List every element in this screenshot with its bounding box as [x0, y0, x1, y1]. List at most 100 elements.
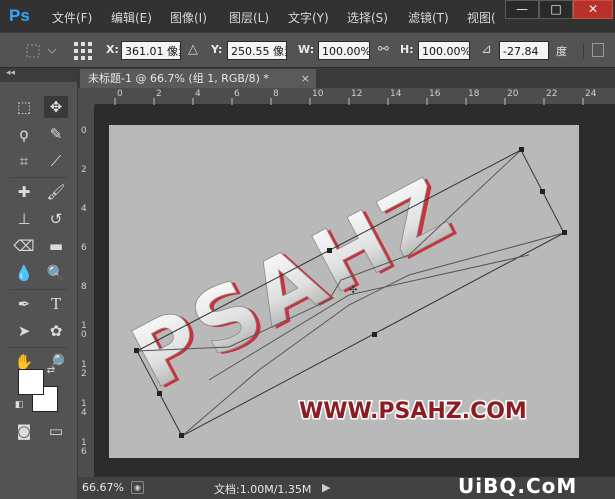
pen-tool-icon[interactable]: ✒ [12, 293, 36, 315]
ruler-left-label: 2 [81, 165, 87, 175]
menu-filter[interactable]: 滤镜(T) [408, 9, 449, 26]
logo-text: PSAHZ [117, 159, 470, 409]
document-canvas[interactable]: PSAHZ PSAHZ ✣ WWW.PSAHZ.COM [109, 125, 579, 458]
w-label: W: [298, 43, 315, 56]
tools-divider [10, 177, 68, 178]
document-info-icon[interactable]: ◉ [131, 481, 144, 494]
ruler-left-label: 6 [81, 243, 87, 253]
rotate-angle-icon: ⊿ [481, 42, 492, 57]
watermark-text: UiBQ.CoM [458, 474, 578, 498]
ruler-top-label: 20 [507, 89, 519, 99]
menu-layer[interactable]: 图层(L) [229, 9, 269, 26]
artwork[interactable]: PSAHZ PSAHZ ✣ WWW.PSAHZ.COM [109, 125, 579, 458]
dodge-tool-icon[interactable]: 🔍 [44, 262, 68, 284]
foreground-color-swatch[interactable] [18, 369, 44, 395]
psahz-3d-logo: PSAHZ PSAHZ [117, 158, 474, 410]
x-label: X: [106, 43, 119, 56]
ruler-top-label: 6 [234, 89, 240, 99]
ruler-top-label: 14 [390, 89, 402, 99]
screen-mode-icon[interactable]: ▭ [44, 420, 68, 442]
ruler-left-label: 1 2 [81, 360, 87, 379]
x-position-field[interactable]: 361.01 像素 [121, 41, 181, 60]
eyedropper-tool-icon[interactable]: ⟋ [44, 150, 68, 172]
link-icon[interactable]: ⚯ [378, 42, 389, 57]
quick-selection-tool-icon[interactable]: ✎ [44, 123, 68, 145]
ruler-top-label: 12 [351, 89, 363, 99]
maximize-button[interactable]: □ [539, 0, 573, 19]
minimize-button[interactable]: — [505, 0, 539, 19]
canvas-workspace[interactable]: PSAHZ PSAHZ ✣ WWW.PSAHZ.COM [95, 105, 615, 477]
collapse-chevron-icon[interactable]: ◂◂ [6, 68, 15, 78]
ruler-left-label: 4 [81, 204, 87, 214]
menu-type[interactable]: 文字(Y) [288, 9, 329, 26]
menu-select[interactable]: 选择(S) [347, 9, 388, 26]
document-size: 文档:1.00M/1.35M [214, 483, 312, 496]
close-button[interactable]: ✕ [573, 0, 613, 19]
ruler-top-label: 2 [156, 89, 162, 99]
menu-bar: Ps 文件(F) 编辑(E) 图像(I) 图层(L) 文字(Y) 选择(S) 滤… [0, 0, 615, 32]
default-colors-icon[interactable]: ◧ [12, 398, 26, 412]
lasso-tool-icon[interactable]: ϙ [12, 123, 36, 145]
healing-brush-tool-icon[interactable]: ✚ [12, 181, 36, 203]
vertical-ruler[interactable]: 0 2 4 6 8 1 0 1 2 1 4 1 6 [78, 105, 95, 477]
ruler-top-label: 10 [312, 89, 324, 99]
y-position-field[interactable]: 250.55 像素 [227, 41, 287, 60]
tools-panel-header: ◂◂ [0, 68, 78, 82]
tools-divider [10, 289, 68, 290]
options-divider [583, 43, 584, 59]
marquee-tool-icon[interactable]: ⬚ [12, 96, 36, 118]
menu-image[interactable]: 图像(I) [170, 9, 207, 26]
blur-tool-icon[interactable]: 💧 [12, 262, 36, 284]
ruler-top-label: 18 [468, 89, 480, 99]
eraser-tool-icon[interactable]: ⌫ [12, 235, 36, 257]
warp-toggle-icon[interactable] [592, 43, 604, 57]
menu-edit[interactable]: 编辑(E) [111, 9, 152, 26]
ruler-top-label: 4 [195, 89, 201, 99]
status-menu-arrow-icon[interactable]: ▶ [322, 481, 330, 494]
document-tab-strip: 未标题-1 @ 66.7% (组 1, RGB/8) * × [78, 68, 615, 88]
path-selection-tool-icon[interactable]: ➤ [12, 320, 36, 342]
url-text: WWW.PSAHZ.COM [299, 399, 527, 424]
tools-divider [10, 347, 68, 348]
ruler-left-label: 1 4 [81, 399, 87, 418]
ruler-origin[interactable] [78, 88, 95, 105]
y-label: Y: [211, 43, 223, 56]
photoshop-logo: Ps [9, 6, 30, 25]
brush-tool-icon[interactable]: 🖌 [44, 181, 68, 203]
type-tool-icon[interactable]: T [44, 293, 68, 315]
swap-colors-icon[interactable]: ⇄ [44, 364, 58, 378]
h-label: H: [400, 43, 414, 56]
window-controls: — □ ✕ [505, 0, 615, 20]
reference-point-icon[interactable]: ✣ [349, 285, 357, 296]
menu-file[interactable]: 文件(F) [52, 9, 92, 26]
move-tool-icon[interactable]: ✥ [44, 96, 68, 118]
custom-shape-tool-icon[interactable]: ✿ [44, 320, 68, 342]
tools-panel: ◂◂ ⬚ ✥ ϙ ✎ ⌗ ⟋ ✚ 🖌 ⊥ ↺ ⌫ ▬ 💧 🔍 ✒ T ➤ ✿ ✋… [0, 68, 78, 499]
quick-mask-icon[interactable]: ◙ [12, 420, 36, 442]
angle-unit-label: 度 [556, 45, 567, 58]
ruler-left-label: 8 [81, 282, 87, 292]
relative-position-icon[interactable]: △ [188, 42, 198, 57]
gradient-tool-icon[interactable]: ▬ [44, 235, 68, 257]
ruler-left-label: 0 [81, 126, 87, 136]
close-tab-icon[interactable]: × [301, 69, 310, 88]
ruler-left-label: 1 6 [81, 438, 87, 457]
move-tool-preset-icon[interactable] [24, 41, 60, 61]
height-scale-field[interactable]: 100.00% [418, 41, 470, 60]
rotation-angle-field[interactable]: -27.84 [499, 41, 549, 60]
crop-tool-icon[interactable]: ⌗ [12, 150, 36, 172]
ruler-top-label: 16 [429, 89, 441, 99]
ruler-top-label: 8 [273, 89, 279, 99]
history-brush-tool-icon[interactable]: ↺ [44, 208, 68, 230]
document-tab[interactable]: 未标题-1 @ 66.7% (组 1, RGB/8) * × [80, 69, 316, 88]
menu-view[interactable]: 视图( [467, 9, 496, 26]
clone-stamp-tool-icon[interactable]: ⊥ [12, 208, 36, 230]
ruler-left-label: 1 0 [81, 321, 87, 340]
horizontal-ruler[interactable]: 0 2 4 6 8 10 12 14 16 18 20 22 24 [95, 88, 615, 105]
document-tab-title: 未标题-1 @ 66.7% (组 1, RGB/8) * [88, 72, 269, 85]
zoom-level[interactable]: 66.67% [82, 481, 124, 494]
width-scale-field[interactable]: 100.00% [318, 41, 370, 60]
options-bar: X: 361.01 像素 △ Y: 250.55 像素 W: 100.00% ⚯… [0, 32, 615, 68]
reference-point-icon[interactable] [72, 40, 94, 62]
ruler-top-label: 22 [546, 89, 558, 99]
